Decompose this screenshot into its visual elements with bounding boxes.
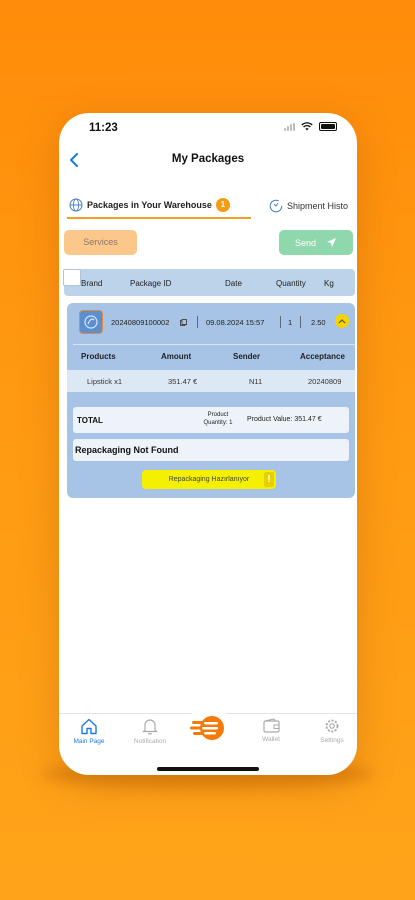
separator [300, 316, 301, 328]
tab-packages-in-warehouse[interactable]: Packages in Your Warehouse 1 [67, 193, 251, 219]
tab-shipment-history-label: Shipment Histo [287, 201, 349, 211]
package-table-header: Brand Package ID Date Quantity Kg [63, 269, 355, 296]
package-summary-row[interactable]: 20240809100002 09.08.2024 15:57 1 2.50 [67, 303, 355, 343]
products-header-acceptance: Acceptance [300, 352, 345, 361]
select-all-checkbox[interactable] [63, 269, 81, 286]
tab-settings[interactable]: Settings [307, 718, 357, 744]
products-header: Products Amount Sender Acceptance [67, 348, 355, 366]
battery-icon [319, 122, 337, 131]
product-amount: 351.47 € [168, 377, 198, 386]
header-quantity: Quantity [276, 279, 306, 288]
send-button[interactable]: Send [279, 230, 353, 255]
product-quantity: Product Quantity: 1 [193, 411, 243, 427]
status-icons [284, 122, 337, 131]
wallet-icon [262, 718, 280, 733]
status-bar: 11:23 [59, 113, 357, 143]
page-title: My Packages [171, 153, 245, 165]
repackaging-button[interactable]: Repackaging Hazırlanıyor ! [142, 470, 276, 489]
product-quantity-value: Quantity: 1 [203, 420, 233, 426]
separator [280, 316, 281, 328]
tab-main-page[interactable]: Main Page [64, 718, 114, 745]
home-indicator [157, 767, 259, 771]
gear-icon [325, 719, 339, 733]
brand-logo-icon [79, 310, 103, 334]
bell-icon [142, 719, 158, 735]
divider [73, 344, 355, 345]
header-brand: Brand [81, 279, 103, 288]
package-card[interactable]: 20240809100002 09.08.2024 15:57 1 2.50 P… [67, 303, 355, 498]
product-sender: N11 [249, 377, 263, 386]
package-id-value: 20240809100002 [111, 318, 170, 327]
separator [197, 316, 198, 328]
tab-settings-label: Settings [320, 737, 344, 744]
product-row: Lipstick x1 351.47 € N11 20240809 [67, 370, 355, 392]
bottom-tab-bar: Main Page Notification Wallet Settings [59, 706, 357, 761]
tab-bar: Packages in Your Warehouse 1 Shipment Hi… [59, 193, 357, 221]
globe-icon [69, 198, 83, 212]
status-time: 11:23 [89, 122, 118, 134]
logo-icon [190, 716, 224, 740]
package-kg-value: 2.50 [311, 318, 326, 327]
header-kg: Kg [324, 279, 334, 288]
product-acceptance: 20240809 [308, 377, 342, 386]
products-header-amount: Amount [161, 352, 192, 361]
warehouse-count-badge: 1 [215, 198, 230, 212]
package-date-value: 09.08.2024 15:57 [206, 318, 265, 327]
info-icon[interactable] [335, 314, 349, 328]
paper-plane-icon [327, 238, 337, 247]
tab-notification[interactable]: Notification [125, 718, 175, 745]
product-quantity-label: Product [207, 412, 229, 418]
tab-shipment-history[interactable]: Shipment Histo [269, 193, 348, 219]
tab-wallet-label: Wallet [262, 736, 280, 743]
package-quantity-value: 1 [288, 318, 293, 327]
center-logo-button[interactable] [187, 706, 231, 750]
repackaging-status: Repackaging Not Found [73, 439, 349, 461]
header-package-id: Package ID [130, 279, 172, 288]
tab-wallet[interactable]: Wallet [246, 718, 296, 743]
refresh-icon [269, 199, 283, 213]
phone-screen: 11:23 My Packages Packages in Your Wareh… [59, 113, 357, 775]
navigation-bar: My Packages [59, 143, 357, 179]
send-button-label: Send [294, 237, 317, 248]
product-name: Lipstick x1 [87, 377, 123, 386]
total-row: TOTAL Product Quantity: 1 Product Value:… [73, 407, 349, 433]
header-date: Date [225, 279, 242, 288]
copy-icon[interactable] [180, 319, 187, 326]
repackaging-button-label: Repackaging Hazırlanıyor [168, 476, 250, 483]
home-icon [81, 718, 97, 735]
products-header-sender: Sender [233, 352, 261, 361]
warning-icon: ! [264, 472, 274, 487]
tab-notification-label: Notification [133, 738, 167, 745]
product-value: Product Value: 351.47 € [247, 416, 322, 423]
wifi-icon [301, 122, 313, 131]
products-header-products: Products [81, 352, 116, 361]
services-button[interactable]: Services [64, 230, 137, 255]
tab-packages-label: Packages in Your Warehouse [87, 200, 212, 210]
total-label: TOTAL [77, 416, 103, 425]
signal-icon [284, 122, 295, 131]
tab-main-page-label: Main Page [73, 738, 105, 745]
